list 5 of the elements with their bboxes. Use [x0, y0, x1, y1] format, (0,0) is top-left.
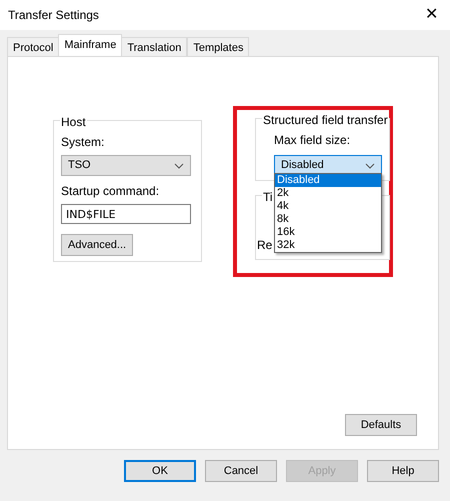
field-label: Re — [257, 238, 272, 252]
field-label: Max field size: — [274, 132, 350, 149]
field-label: Startup command: — [61, 183, 160, 200]
field-label: System: — [61, 134, 104, 151]
window-title: Transfer Settings — [8, 7, 99, 24]
